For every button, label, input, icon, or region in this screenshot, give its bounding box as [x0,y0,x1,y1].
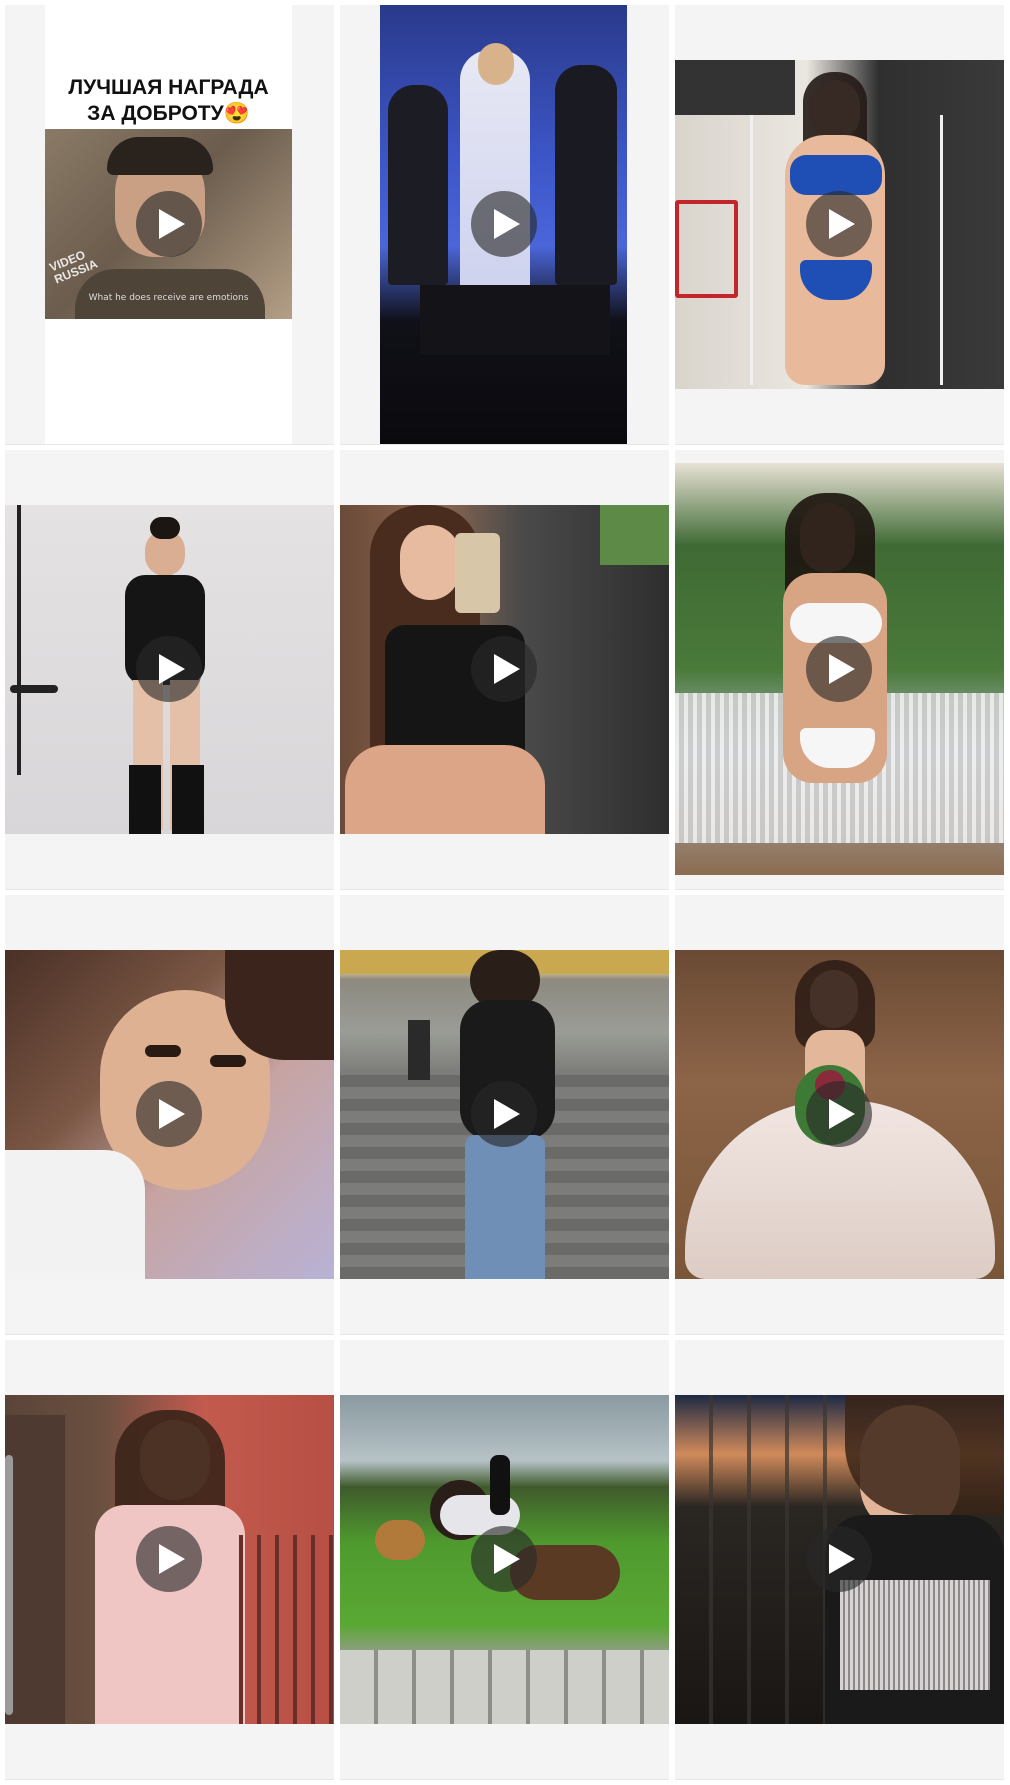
play-icon [159,1099,185,1129]
play-button[interactable] [471,1526,537,1592]
play-button[interactable] [136,191,202,257]
play-icon [829,1099,855,1129]
post-tile-2[interactable] [340,5,669,445]
play-button[interactable] [471,1081,537,1147]
play-button[interactable] [806,191,872,257]
post-tile-11[interactable] [340,1340,669,1780]
play-icon [159,654,185,684]
video-grid: ЛУЧШАЯ НАГРАДА ЗА ДОБРОТУ😍 VIDEO RUSSIA … [0,0,1010,1785]
post-tile-12[interactable] [675,1340,1004,1780]
post-tile-3[interactable] [675,5,1004,445]
play-icon [494,654,520,684]
play-button[interactable] [471,191,537,257]
video-subtitle: What he does receive are emotions [88,293,249,303]
post-tile-9[interactable] [675,895,1004,1335]
post-tile-1[interactable]: ЛУЧШАЯ НАГРАДА ЗА ДОБРОТУ😍 VIDEO RUSSIA … [5,5,334,445]
post-tile-4[interactable] [5,450,334,890]
play-icon [159,1544,185,1574]
play-button[interactable] [471,636,537,702]
post-tile-5[interactable] [340,450,669,890]
play-icon [494,1544,520,1574]
play-button[interactable] [806,1081,872,1147]
play-button[interactable] [806,636,872,702]
play-button[interactable] [806,1526,872,1592]
play-icon [829,654,855,684]
play-icon [494,1099,520,1129]
play-button[interactable] [136,636,202,702]
play-icon [159,209,185,239]
post-tile-6[interactable] [675,450,1004,890]
play-icon [829,1544,855,1574]
play-button[interactable] [136,1526,202,1592]
post-caption: ЛУЧШАЯ НАГРАДА ЗА ДОБРОТУ😍 [68,76,269,125]
post-tile-8[interactable] [340,895,669,1335]
play-icon [829,209,855,239]
play-button[interactable] [136,1081,202,1147]
post-tile-10[interactable] [5,1340,334,1780]
play-icon [494,209,520,239]
post-tile-7[interactable] [5,895,334,1335]
